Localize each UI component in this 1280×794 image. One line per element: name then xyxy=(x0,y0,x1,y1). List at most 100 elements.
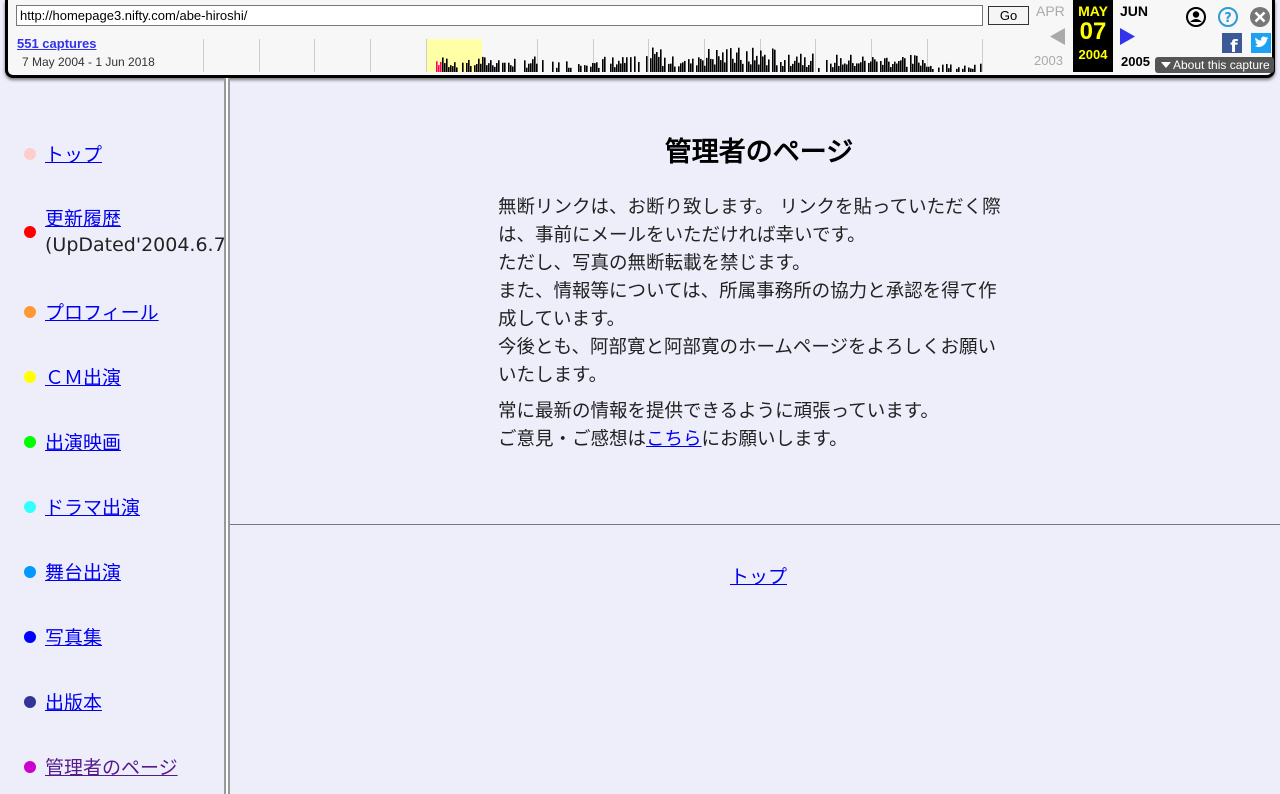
capture-bar xyxy=(922,59,924,72)
capture-bar xyxy=(916,55,918,72)
sidebar-link-photobook[interactable]: 写真集 xyxy=(45,623,102,650)
prev-arrow-icon[interactable] xyxy=(1050,28,1066,51)
capture-bar xyxy=(612,57,614,72)
capture-bar xyxy=(932,68,934,72)
capture-bar xyxy=(700,58,702,72)
capture-bar xyxy=(926,66,928,72)
capture-bar xyxy=(732,58,734,72)
capture-sparkline[interactable] xyxy=(203,39,1038,72)
url-input[interactable] xyxy=(16,5,983,26)
dropdown-triangle-icon xyxy=(1161,62,1171,68)
capture-bar xyxy=(688,59,690,72)
capture-bar xyxy=(766,65,768,72)
capture-bar xyxy=(660,49,662,72)
capture-bar xyxy=(534,56,536,72)
bullet-icon xyxy=(24,148,36,160)
capture-bar xyxy=(720,60,722,72)
current-year: 2004 xyxy=(1078,47,1108,62)
capture-bar xyxy=(542,60,544,72)
svg-text:f: f xyxy=(1230,37,1238,53)
capture-bar xyxy=(620,63,622,72)
capture-bar xyxy=(876,61,878,72)
bullet-icon xyxy=(24,631,36,643)
user-icon[interactable] xyxy=(1185,6,1207,33)
next-arrow-icon[interactable] xyxy=(1120,28,1136,51)
capture-bar xyxy=(736,52,738,72)
capture-bar xyxy=(708,48,710,72)
capture-bar xyxy=(902,56,904,72)
current-day: 07 xyxy=(1079,18,1107,45)
prev-month[interactable]: APR xyxy=(1036,3,1065,19)
capture-bar xyxy=(682,62,684,72)
capture-bar xyxy=(972,68,974,72)
capture-bar xyxy=(692,58,694,72)
page-title: 管理者のページ xyxy=(664,137,854,168)
capture-bar xyxy=(872,57,874,72)
capture-bar xyxy=(706,57,708,72)
capture-bar xyxy=(782,65,784,72)
capture-bar xyxy=(456,67,458,72)
capture-bar xyxy=(618,60,620,72)
capture-bar xyxy=(476,64,478,72)
capture-bar xyxy=(448,67,450,72)
capture-bar xyxy=(710,58,712,72)
capture-bar xyxy=(486,65,488,72)
capture-bar xyxy=(630,57,632,72)
capture-bar xyxy=(532,59,534,72)
capture-bar xyxy=(622,57,624,72)
capture-bar xyxy=(962,68,964,72)
sidebar-link-books[interactable]: 出版本 xyxy=(45,688,102,715)
capture-bar xyxy=(834,62,836,72)
sidebar-link-movies[interactable]: 出演映画 xyxy=(45,428,121,455)
notice-line: 成しています。 xyxy=(498,309,626,330)
captures-link[interactable]: 551 captures xyxy=(17,36,97,51)
go-button[interactable]: Go xyxy=(988,6,1029,25)
help-icon[interactable]: ? xyxy=(1217,6,1239,33)
capture-bar xyxy=(678,66,680,72)
capture-bar xyxy=(584,65,586,72)
capture-bar xyxy=(488,63,490,72)
contact-link[interactable]: こちら xyxy=(646,429,702,450)
horizontal-rule xyxy=(230,524,1280,525)
capture-bar xyxy=(968,67,970,72)
capture-bar xyxy=(958,67,960,72)
close-icon[interactable] xyxy=(1249,6,1271,33)
capture-bar xyxy=(566,61,568,72)
sidebar-link-profile[interactable]: プロフィール xyxy=(45,298,159,325)
capture-bar xyxy=(652,47,654,72)
bullet-icon xyxy=(24,566,36,578)
twitter-icon[interactable] xyxy=(1251,33,1271,58)
footer-top-link[interactable]: トップ xyxy=(730,562,787,589)
capture-bar xyxy=(886,57,888,72)
capture-bar xyxy=(838,65,840,72)
capture-bar xyxy=(524,60,526,72)
capture-bar xyxy=(668,63,670,72)
sidebar-link-stage[interactable]: 舞台出演 xyxy=(45,558,121,585)
sidebar-link-top[interactable]: トップ xyxy=(45,140,102,167)
sidebar-link-dramas[interactable]: ドラマ出演 xyxy=(45,493,140,520)
capture-bar xyxy=(910,54,912,72)
prev-year[interactable]: 2003 xyxy=(1034,53,1063,68)
capture-bar xyxy=(832,67,834,72)
capture-bar xyxy=(790,65,792,72)
capture-bar xyxy=(570,67,572,72)
capture-bar xyxy=(482,56,484,72)
capture-bar xyxy=(498,60,500,72)
next-year[interactable]: 2005 xyxy=(1121,54,1150,69)
facebook-icon[interactable]: f xyxy=(1222,33,1242,58)
sidebar-link-cm[interactable]: ＣＭ出演 xyxy=(45,363,121,390)
about-capture-button[interactable]: About this capture xyxy=(1155,57,1274,73)
capture-bar xyxy=(758,64,760,72)
next-month[interactable]: JUN xyxy=(1120,3,1148,19)
capture-bar xyxy=(860,62,862,72)
capture-bar xyxy=(680,63,682,72)
capture-bar xyxy=(844,63,846,72)
capture-bar xyxy=(884,58,886,72)
notice-line: は、事前にメールをいただければ幸いです。 xyxy=(498,225,866,246)
capture-bar xyxy=(772,48,774,72)
capture-bar xyxy=(440,61,442,72)
sidebar-link-admin[interactable]: 管理者のページ xyxy=(45,753,178,780)
capture-bar xyxy=(748,61,750,72)
capture-bar xyxy=(590,66,592,72)
sidebar-link-updates[interactable]: 更新履歴 xyxy=(45,204,121,231)
